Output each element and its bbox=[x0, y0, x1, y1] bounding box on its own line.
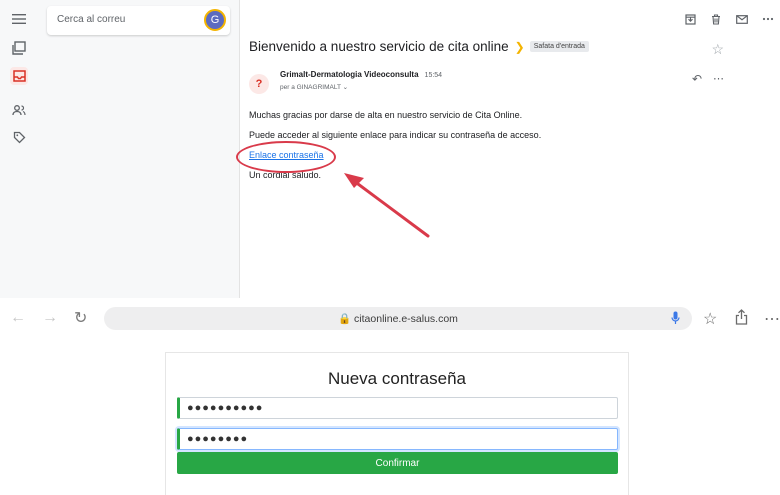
new-password-field[interactable]: ●●●●●●●●●● bbox=[177, 397, 618, 419]
address-bar[interactable]: 🔒 citaonline.e-salus.com bbox=[104, 307, 692, 330]
reply-icon[interactable]: ↶ bbox=[692, 72, 702, 86]
message-time: 15:54 bbox=[424, 72, 443, 79]
star-icon[interactable]: ☆ bbox=[711, 41, 724, 58]
recipient-line[interactable]: per a GINAGRIMALT ⌄ bbox=[280, 83, 348, 91]
sender-name: Grimalt-Dermatologia Videoconsulta bbox=[280, 70, 419, 79]
share-icon[interactable] bbox=[735, 309, 748, 330]
archive-icon[interactable] bbox=[678, 10, 702, 28]
message-subject: Bienvenido a nuestro servicio de cita on… bbox=[249, 39, 589, 54]
new-password-value: ●●●●●●●●●● bbox=[187, 402, 264, 414]
bookmark-star-icon[interactable]: ☆ bbox=[703, 309, 717, 329]
more-actions-icon[interactable] bbox=[756, 10, 780, 28]
sender-avatar: ? bbox=[249, 74, 269, 94]
message-toolbar bbox=[676, 10, 780, 28]
forward-arrow-icon[interactable]: → bbox=[42, 309, 58, 327]
screenshot-composite: Cerca al correu G Bienvenido a nuestro s… bbox=[0, 0, 780, 495]
contacts-icon[interactable] bbox=[10, 101, 28, 119]
confirm-button[interactable]: Confirmar bbox=[177, 452, 618, 474]
browser-toolbar: ← → ↻ 🔒 citaonline.e-salus.com ☆ ⋯ bbox=[0, 298, 780, 344]
search-placeholder: Cerca al correu bbox=[57, 14, 126, 25]
inbox-label-chip[interactable]: Safata d'entrada bbox=[529, 41, 589, 52]
confirm-password-field[interactable]: ●●●●●●●● bbox=[177, 428, 618, 450]
form-title: Nueva contraseña bbox=[328, 369, 466, 388]
reload-icon[interactable]: ↻ bbox=[74, 308, 87, 328]
password-form-card: Nueva contraseña ●●●●●●●●●● ●●●●●●●● Con… bbox=[165, 352, 629, 495]
importance-marker-icon[interactable]: ❯ bbox=[515, 40, 525, 54]
navigation-rail bbox=[0, 0, 38, 298]
account-avatar[interactable]: G bbox=[204, 9, 226, 31]
email-client: Cerca al correu G Bienvenido a nuestro s… bbox=[0, 0, 780, 298]
url-text: 🔒 citaonline.e-salus.com bbox=[338, 313, 458, 325]
highlight-circle bbox=[236, 141, 336, 173]
body-line-2: Puede acceder al siguiente enlace para i… bbox=[249, 130, 542, 140]
mark-unread-icon[interactable] bbox=[730, 10, 754, 28]
message-more-icon[interactable]: ⋯ bbox=[713, 72, 724, 85]
confirm-password-value: ●●●●●●●● bbox=[187, 433, 249, 445]
delete-icon[interactable] bbox=[704, 10, 728, 28]
web-page: Nueva contraseña ●●●●●●●●●● ●●●●●●●● Con… bbox=[0, 344, 780, 495]
sender-line: Grimalt-Dermatologia Videoconsulta 15:54 bbox=[280, 70, 442, 79]
browser-menu-icon[interactable]: ⋯ bbox=[764, 309, 780, 329]
menu-icon[interactable] bbox=[10, 10, 28, 28]
inbox-icon[interactable] bbox=[10, 67, 28, 85]
mail-search-box[interactable]: Cerca al correu G bbox=[47, 6, 230, 35]
labels-icon[interactable] bbox=[10, 128, 28, 146]
back-arrow-icon[interactable]: ← bbox=[10, 309, 26, 327]
microphone-icon[interactable] bbox=[671, 311, 680, 325]
all-mail-icon[interactable] bbox=[10, 39, 28, 57]
body-line-1: Muchas gracias por darse de alta en nues… bbox=[249, 110, 523, 120]
subject-text: Bienvenido a nuestro servicio de cita on… bbox=[249, 39, 509, 54]
